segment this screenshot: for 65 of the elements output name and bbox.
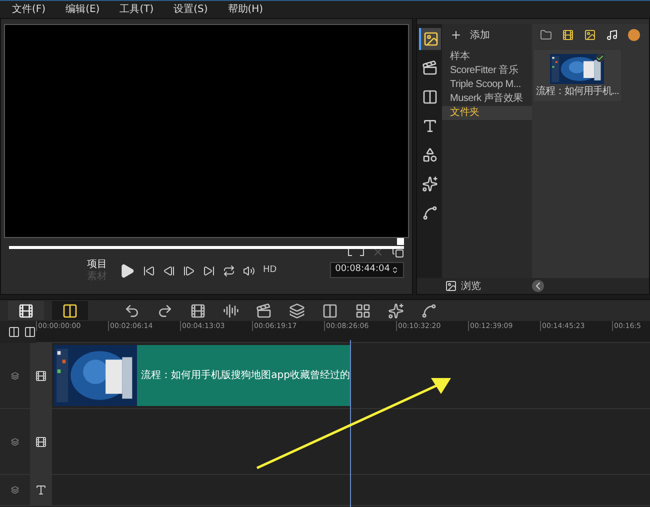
music-filter-icon[interactable] <box>606 29 618 41</box>
mode-option[interactable]: 项目 <box>87 259 111 271</box>
menu-item[interactable]: 文件(F) <box>12 2 46 17</box>
media-thumbnail[interactable]: 流程：如何用手机... <box>534 50 621 101</box>
panels-icon <box>62 302 78 318</box>
sparkles-icon <box>422 176 438 192</box>
clip-button[interactable] <box>256 302 272 318</box>
clip-title: 流程：如何用手机版搜狗地图app收藏曾经过的 <box>140 368 350 383</box>
thumbnail-caption: 流程：如何用手机... <box>536 84 619 99</box>
browse-button[interactable]: 浏览 <box>461 278 481 294</box>
add-icon <box>450 29 462 41</box>
timeline-view-button[interactable] <box>52 301 88 320</box>
panels-icon <box>422 89 438 105</box>
layers-button[interactable] <box>289 302 305 318</box>
record-button[interactable] <box>190 302 206 318</box>
browse-icon <box>445 280 457 292</box>
overlay-track-icon[interactable] <box>35 436 47 448</box>
volume-button[interactable] <box>243 265 255 277</box>
film-icon <box>18 302 34 318</box>
spin-icon <box>391 266 399 274</box>
undo-button[interactable] <box>124 302 140 318</box>
close-icon[interactable] <box>372 246 384 258</box>
start-button[interactable] <box>143 265 155 277</box>
track-toggle-icon[interactable] <box>11 438 19 446</box>
collapse-button[interactable] <box>532 280 544 292</box>
photo-filter-icon[interactable] <box>584 29 596 41</box>
video-filter-icon[interactable] <box>562 29 574 41</box>
clapperboard-icon <box>422 60 438 76</box>
library-item[interactable]: ScoreFitter 音乐 <box>442 64 532 78</box>
end-button[interactable] <box>203 265 215 277</box>
menu-item[interactable]: 编辑(E) <box>66 2 100 17</box>
video-track-icon[interactable] <box>35 370 47 382</box>
folder-icon[interactable] <box>540 29 552 41</box>
previous-frame-button[interactable] <box>163 265 175 277</box>
library-item[interactable]: 文件夹 <box>442 106 532 120</box>
repeat-button[interactable] <box>223 265 235 277</box>
library-item[interactable]: 样本 <box>442 50 532 64</box>
track-toggle-icon[interactable] <box>11 486 19 494</box>
path-icon <box>422 205 438 221</box>
mark-in-icon[interactable] <box>348 248 352 256</box>
hd-button[interactable]: HD <box>263 264 277 278</box>
menu-item[interactable]: 工具(T) <box>120 2 154 17</box>
audio-button[interactable] <box>223 302 239 318</box>
video-clip[interactable]: 流程：如何用手机版搜狗地图app收藏曾经过的 <box>54 345 350 406</box>
panels-button[interactable] <box>322 302 338 318</box>
track-toggle-icon[interactable] <box>11 372 19 380</box>
grid-button[interactable] <box>355 302 371 318</box>
next-frame-button[interactable] <box>183 265 195 277</box>
play-button[interactable] <box>119 263 135 279</box>
media-tab[interactable] <box>418 28 440 50</box>
copy-icon[interactable] <box>392 246 404 258</box>
mark-out-icon[interactable] <box>360 248 364 256</box>
title-icon <box>422 118 438 134</box>
path-button[interactable] <box>421 302 437 318</box>
shapes-icon <box>422 147 438 163</box>
menu-item[interactable]: 帮助(H) <box>228 2 264 17</box>
redo-button[interactable] <box>157 302 173 318</box>
storyboard-view-button[interactable] <box>8 301 44 320</box>
library-item[interactable]: Triple Scoop M... <box>442 78 532 92</box>
menu-item[interactable]: 设置(S) <box>174 2 208 17</box>
image-icon <box>422 31 438 47</box>
add-button[interactable]: 添加 <box>470 28 490 42</box>
library-item[interactable]: Muserk 声音效果 <box>442 92 532 106</box>
title-track-icon[interactable] <box>35 484 47 496</box>
timecode-field[interactable]: 00:08:44:04 <box>330 262 404 278</box>
